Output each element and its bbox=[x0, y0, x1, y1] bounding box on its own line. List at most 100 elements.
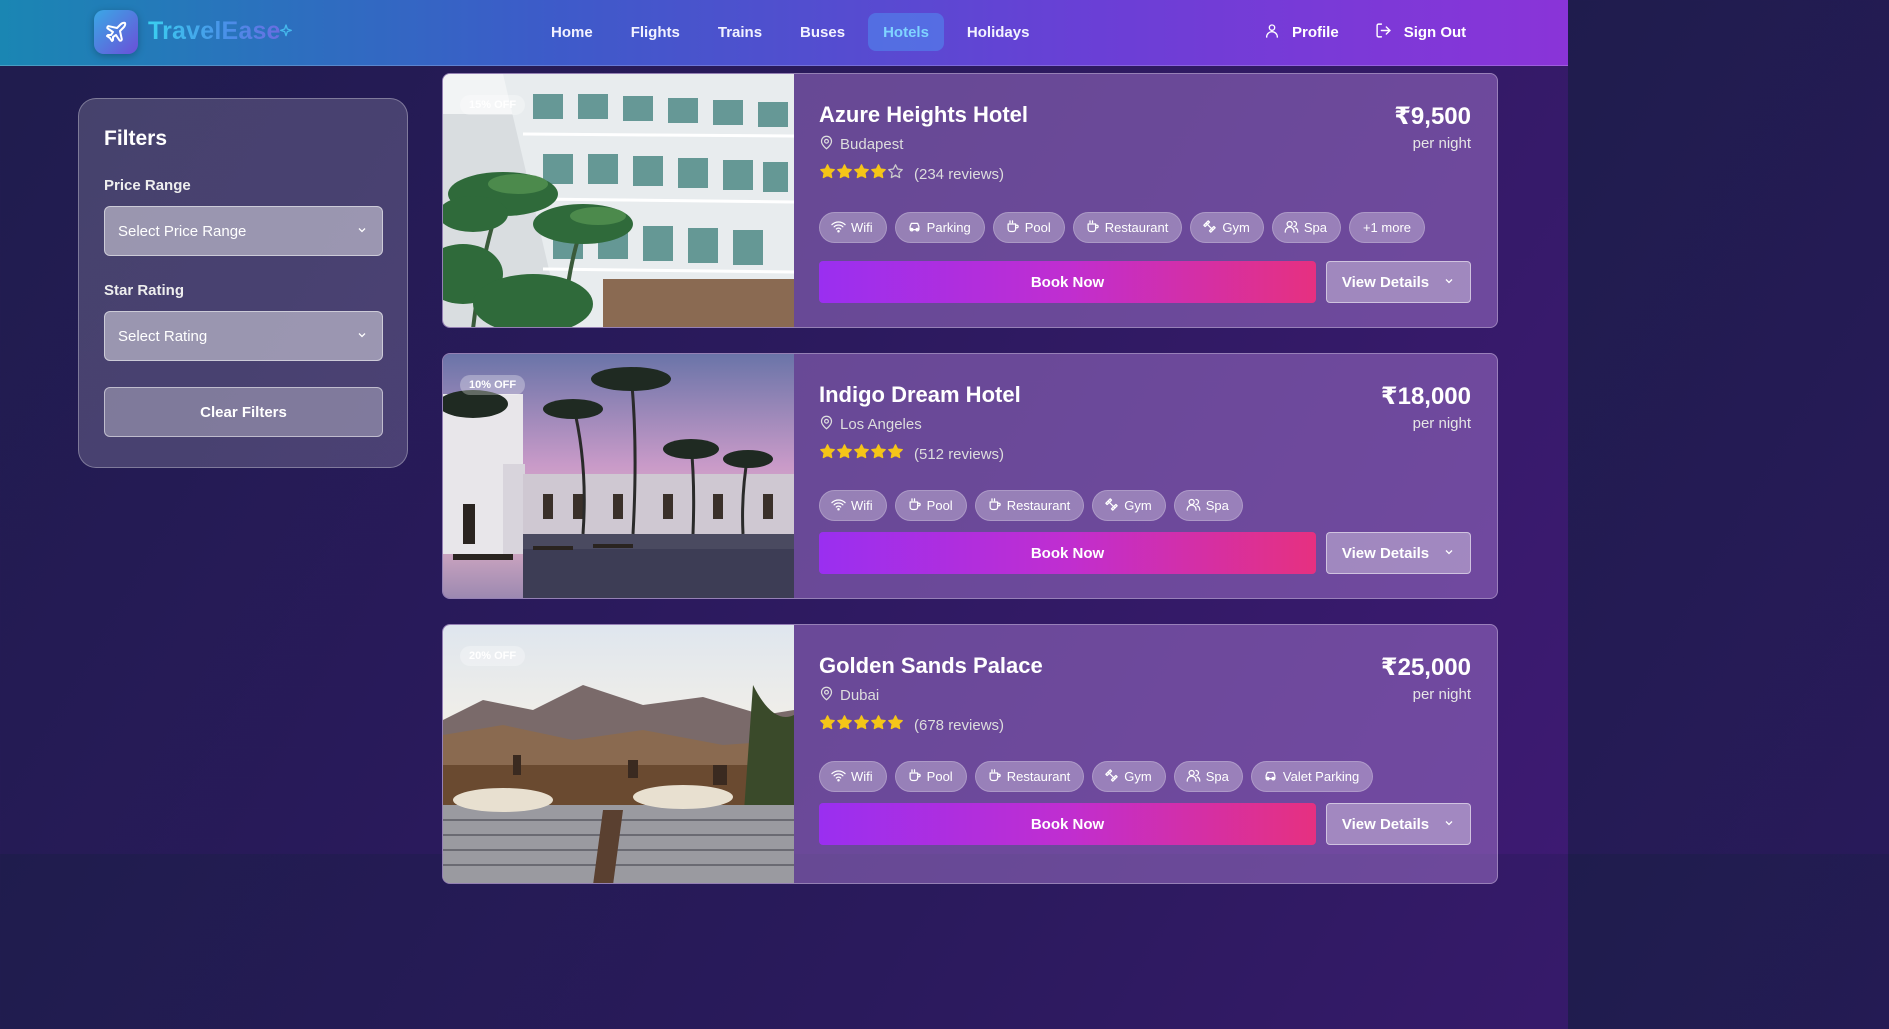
amenity-label: Restaurant bbox=[1104, 220, 1169, 235]
user-icon bbox=[1264, 23, 1280, 43]
star-filled-icon bbox=[836, 715, 853, 735]
view-details-label: View Details bbox=[1341, 273, 1430, 291]
view-details-button[interactable]: View Details bbox=[1326, 261, 1471, 303]
nav-home[interactable]: Home bbox=[536, 13, 608, 51]
view-details-button[interactable]: View Details bbox=[1326, 532, 1471, 574]
users-icon bbox=[1284, 219, 1299, 237]
top-nav-bar: TravelEase Home Flights Trains Buses Hot… bbox=[0, 0, 1568, 66]
nav-hotels[interactable]: Hotels bbox=[868, 13, 944, 51]
hotel-card: 10% OFF Indigo Dream Hotel Los Angeles (… bbox=[442, 353, 1498, 599]
nav-buses[interactable]: Buses bbox=[785, 13, 860, 51]
discount-badge: 15% OFF bbox=[460, 95, 526, 115]
hotel-price: ₹18,000 bbox=[1380, 383, 1471, 410]
chevron-down-icon bbox=[1443, 274, 1455, 291]
view-details-button[interactable]: View Details bbox=[1326, 803, 1471, 845]
star-filled-icon bbox=[870, 715, 887, 735]
price-range-value: Select Price Range bbox=[118, 222, 247, 240]
hotel-name[interactable]: Indigo Dream Hotel bbox=[819, 382, 1021, 408]
price-unit: per night bbox=[1412, 415, 1471, 432]
price-unit: per night bbox=[1412, 686, 1471, 703]
hotel-name[interactable]: Golden Sands Palace bbox=[819, 653, 1043, 679]
amenity-label: Pool bbox=[926, 769, 953, 784]
amenity-label: Gym bbox=[1124, 498, 1152, 513]
star-filled-icon bbox=[870, 444, 887, 464]
price-range-label: Price Range bbox=[104, 177, 191, 194]
amenity-chip: Gym bbox=[1092, 761, 1166, 792]
amenity-label: Gym bbox=[1222, 220, 1250, 235]
amenity-label: Parking bbox=[926, 220, 971, 235]
hotel-image[interactable]: 10% OFF bbox=[443, 354, 794, 598]
profile-link[interactable]: Profile bbox=[1264, 23, 1339, 43]
star-rating: (512 reviews) bbox=[819, 443, 1004, 465]
amenity-label: Wifi bbox=[851, 498, 873, 513]
hotel-price: ₹9,500 bbox=[1394, 103, 1471, 130]
logout-icon bbox=[1375, 22, 1392, 43]
amenity-chip: Gym bbox=[1092, 490, 1166, 521]
location-text: Budapest bbox=[840, 136, 904, 153]
nav-flights[interactable]: Flights bbox=[616, 13, 695, 51]
location-text: Los Angeles bbox=[840, 416, 922, 433]
chevron-down-icon bbox=[1443, 545, 1455, 562]
price-range-select[interactable]: Select Price Range bbox=[104, 206, 383, 256]
amenity-chip: Parking bbox=[894, 212, 985, 243]
users-icon bbox=[1186, 768, 1201, 786]
book-now-button[interactable]: Book Now bbox=[819, 803, 1316, 845]
filters-panel: Filters Price Range Select Price Range S… bbox=[78, 98, 408, 468]
amenities-list: Wifi Pool Restaurant Gym Spa bbox=[819, 490, 1243, 521]
cup-icon bbox=[907, 497, 922, 515]
amenity-chip: Restaurant bbox=[974, 490, 1085, 521]
nav-holidays[interactable]: Holidays bbox=[952, 13, 1045, 51]
star-rating-select[interactable]: Select Rating bbox=[104, 311, 383, 361]
car-icon bbox=[907, 219, 922, 237]
star-filled-icon bbox=[836, 444, 853, 464]
sign-out-label: Sign Out bbox=[1403, 24, 1467, 41]
amenity-chip: Valet Parking bbox=[1250, 761, 1374, 792]
user-menu: Profile Sign Out bbox=[1264, 22, 1466, 43]
star-filled-icon bbox=[887, 444, 904, 464]
hotel-image[interactable]: 20% OFF bbox=[443, 625, 794, 883]
star-filled-icon bbox=[853, 715, 870, 735]
nav-trains[interactable]: Trains bbox=[703, 13, 777, 51]
hotel-location: Dubai bbox=[819, 686, 879, 705]
amenity-label: Pool bbox=[926, 498, 953, 513]
amenity-label: Restaurant bbox=[1006, 498, 1071, 513]
logo-plane-icon[interactable] bbox=[94, 10, 138, 54]
amenity-label: Spa bbox=[1303, 220, 1327, 235]
brand-name[interactable]: TravelEase bbox=[148, 17, 281, 46]
hotel-image[interactable]: 15% OFF bbox=[443, 74, 794, 327]
sign-out-link[interactable]: Sign Out bbox=[1375, 22, 1467, 43]
hotel-card: 15% OFF Azure Heights Hotel Budapest (23… bbox=[442, 73, 1498, 328]
hotel-info: Golden Sands Palace Dubai (678 reviews) … bbox=[819, 625, 1471, 883]
map-pin-icon bbox=[819, 135, 834, 154]
amenity-chip: Spa bbox=[1173, 761, 1243, 792]
view-details-label: View Details bbox=[1341, 815, 1430, 833]
hotel-price: ₹25,000 bbox=[1380, 654, 1471, 681]
star-filled-icon bbox=[819, 164, 836, 184]
map-pin-icon bbox=[819, 415, 834, 434]
profile-label: Profile bbox=[1292, 24, 1339, 41]
chevron-down-icon bbox=[356, 223, 368, 240]
view-details-label: View Details bbox=[1341, 544, 1430, 562]
stars-row bbox=[819, 443, 904, 465]
wifi-icon bbox=[831, 497, 846, 515]
book-now-button[interactable]: Book Now bbox=[819, 532, 1316, 574]
book-now-button[interactable]: Book Now bbox=[819, 261, 1316, 303]
hotel-name[interactable]: Azure Heights Hotel bbox=[819, 102, 1028, 128]
amenity-chip: Wifi bbox=[819, 761, 887, 792]
star-empty-icon bbox=[887, 164, 904, 184]
review-count: (678 reviews) bbox=[914, 716, 1005, 734]
amenity-label: Wifi bbox=[851, 769, 873, 784]
amenity-chip: Wifi bbox=[819, 490, 887, 521]
star-rating-label: Star Rating bbox=[104, 282, 185, 299]
star-filled-icon bbox=[819, 715, 836, 735]
star-filled-icon bbox=[887, 715, 904, 735]
star-filled-icon bbox=[819, 444, 836, 464]
chevron-down-icon bbox=[1443, 816, 1455, 833]
clear-filters-button[interactable]: Clear Filters bbox=[104, 387, 383, 437]
cup-icon bbox=[1005, 219, 1020, 237]
discount-badge: 10% OFF bbox=[460, 375, 526, 395]
more-amenities-chip[interactable]: +1 more bbox=[1348, 212, 1426, 243]
hotel-info: Azure Heights Hotel Budapest (234 review… bbox=[819, 74, 1471, 327]
star-filled-icon bbox=[870, 164, 887, 184]
amenity-chip: Restaurant bbox=[974, 761, 1085, 792]
